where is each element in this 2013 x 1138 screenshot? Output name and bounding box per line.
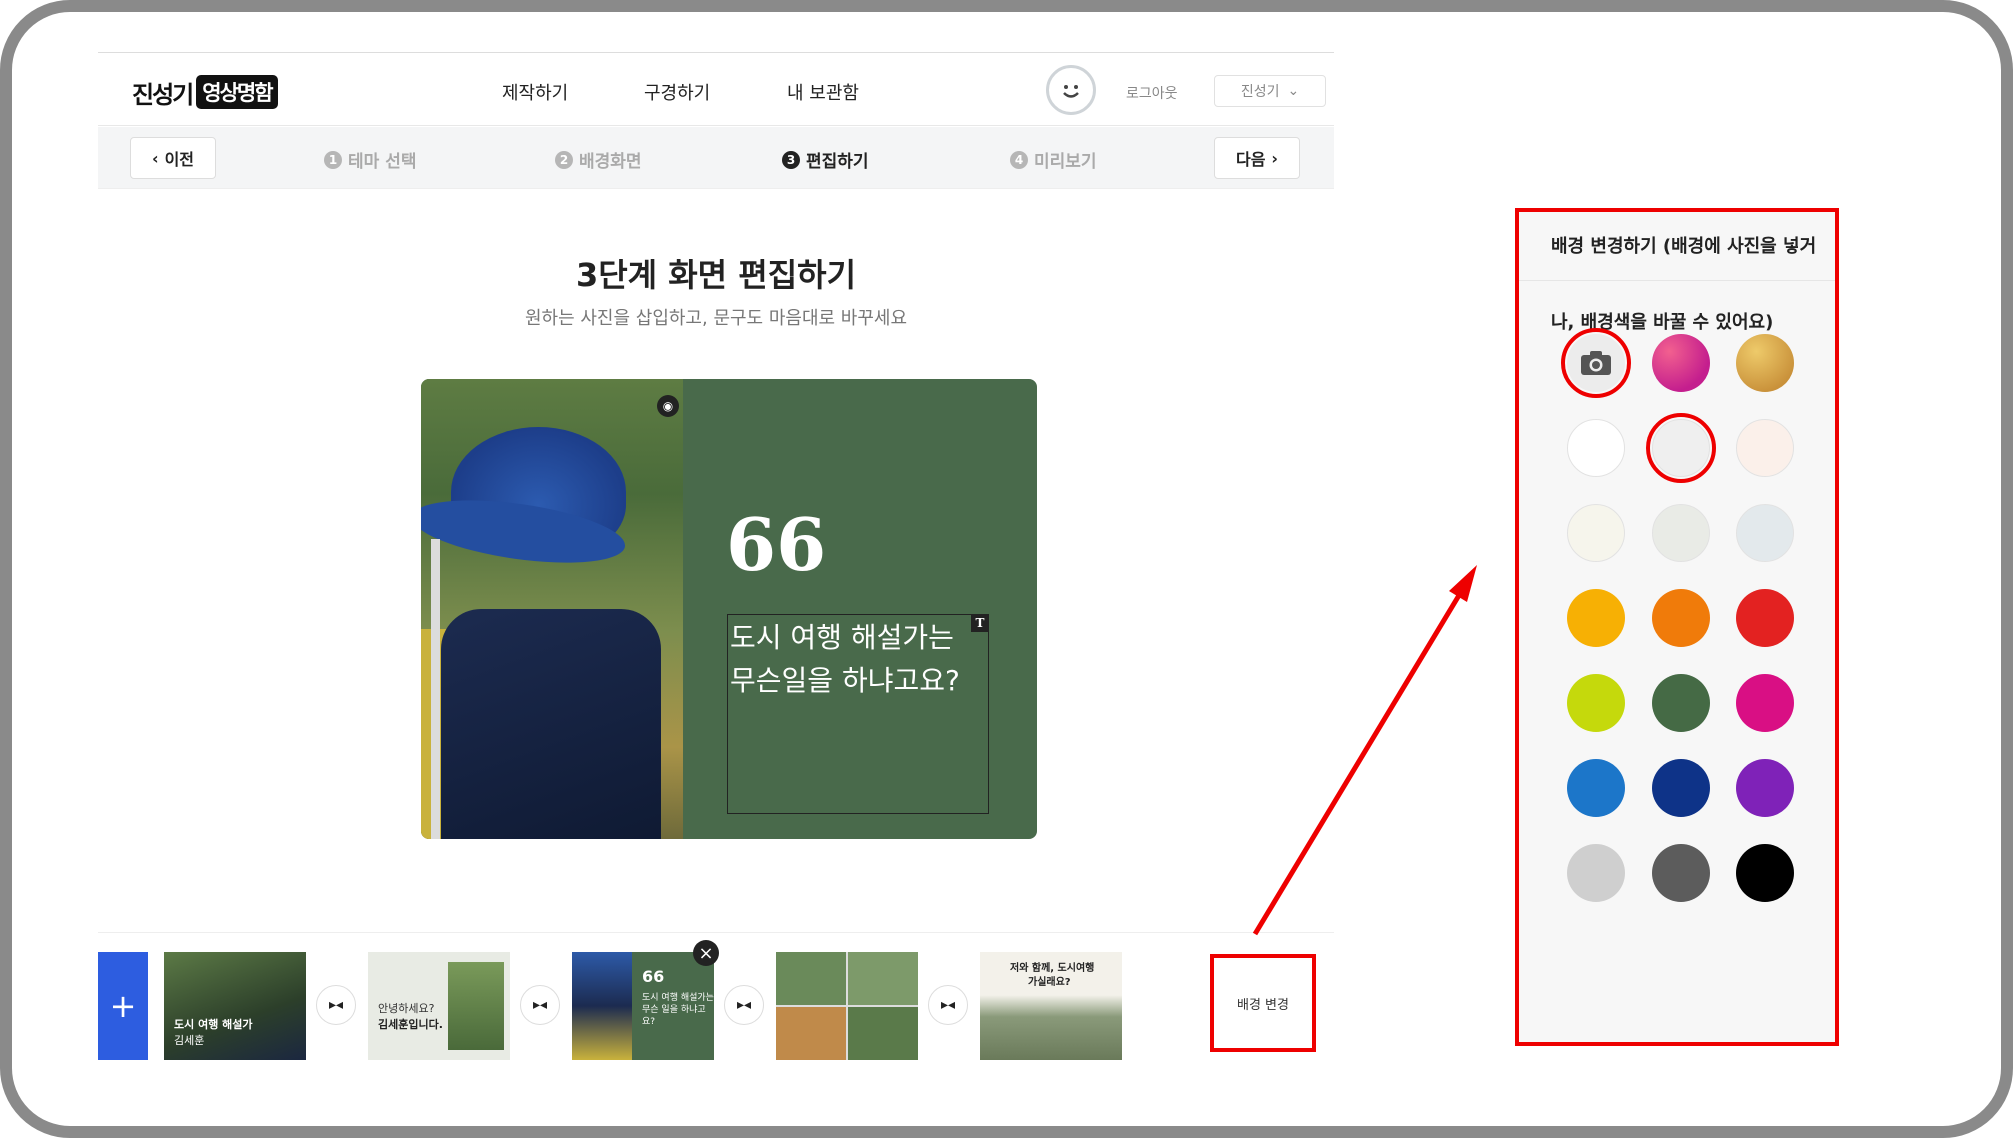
photo-pole-shape <box>431 539 440 839</box>
chevron-down-icon: ⌄ <box>1287 83 1300 99</box>
step-background[interactable]: 2 배경화면 <box>555 147 642 172</box>
thumb-text: 김세훈입니다. <box>378 1018 443 1031</box>
color-swatch[interactable] <box>1736 504 1794 562</box>
color-swatch[interactable] <box>1652 674 1710 732</box>
page-title: 3단계 화면 편집하기 <box>575 256 857 294</box>
color-swatch[interactable] <box>1567 504 1625 562</box>
thumb-photo <box>572 952 632 1060</box>
thumb-text: 가실래요? <box>1028 977 1071 988</box>
slide-thumb-2[interactable]: 안녕하세요? 김세훈입니다. <box>368 952 510 1060</box>
color-swatch[interactable] <box>1736 674 1794 732</box>
step-edit[interactable]: 3 편집하기 <box>782 147 869 172</box>
step-number: 4 <box>1010 150 1028 169</box>
color-swatch[interactable] <box>1652 759 1710 817</box>
thumb-text: 김세훈 <box>174 1034 205 1047</box>
chevron-right-icon: › <box>1271 148 1279 168</box>
panel-title: 배경 변경하기 (배경에 사진을 넣거 <box>1551 236 1817 257</box>
thumb-photo-cell <box>776 1007 846 1060</box>
slide-thumb-1[interactable]: 도시 여행 해설가 김세훈 <box>164 952 306 1060</box>
arrow-head <box>1449 565 1477 602</box>
photo-backpack-shape <box>441 609 661 839</box>
thumb-text: 무슨 일을 하냐고요? <box>642 1005 706 1027</box>
thumb-text: 도시 여행 해설가는 <box>642 993 714 1003</box>
color-swatch[interactable] <box>1652 419 1710 477</box>
step-theme[interactable]: 1 테마 선택 <box>324 147 416 172</box>
editor-app: 진성기 영상명함 제작하기 구경하기 내 보관함 로그아웃 진성기 ⌄ ‹ 이전… <box>98 52 1334 1072</box>
brand-logo[interactable]: 진성기 영상명함 <box>132 75 278 109</box>
thumb-quote: 66 <box>642 967 665 986</box>
thumb-photo-cell <box>776 952 846 1005</box>
color-swatch[interactable] <box>1567 419 1625 477</box>
color-swatch[interactable] <box>1736 419 1794 477</box>
camera-upload-icon[interactable] <box>1567 334 1625 392</box>
background-change-button[interactable]: 배경 변경 <box>1210 954 1316 1052</box>
color-swatch[interactable] <box>1652 504 1710 562</box>
step-label: 미리보기 <box>1034 152 1097 172</box>
color-swatch[interactable] <box>1736 844 1794 902</box>
panel-subtitle: 나, 배경색을 바꿀 수 있어요) <box>1551 312 1774 333</box>
step-label: 배경화면 <box>579 152 642 172</box>
transition-icon[interactable]: ▸◂ <box>316 985 356 1025</box>
thumb-text: 도시 여행 해설가 <box>174 1018 253 1031</box>
slide-thumb-5[interactable]: 저와 함께, 도시여행 가실래요? <box>980 952 1122 1060</box>
step-number: 3 <box>782 150 800 169</box>
nav-explore[interactable]: 구경하기 <box>644 79 710 105</box>
thumb-photo-cell <box>848 1007 918 1060</box>
thumb-text: 안녕하세요? <box>378 1002 435 1015</box>
text-edit-icon[interactable]: T <box>971 614 989 632</box>
next-label: 다음 <box>1235 150 1266 169</box>
step-number: 1 <box>324 150 342 169</box>
user-name: 진성기 <box>1240 84 1280 100</box>
slide-timeline: + 도시 여행 해설가 김세훈 ▸◂ 안녕하세요? 김세훈입니다. ▸◂ 66 … <box>98 932 1334 1072</box>
step-label: 편집하기 <box>806 152 869 172</box>
next-button[interactable]: 다음 › <box>1214 137 1300 179</box>
text-line-2: 무슨일을 하냐고요? <box>730 664 960 697</box>
transition-icon[interactable]: ▸◂ <box>724 985 764 1025</box>
add-slide-button[interactable]: + <box>98 952 148 1060</box>
quote-mark: 66 <box>726 502 827 587</box>
color-swatch[interactable] <box>1567 674 1625 732</box>
color-swatch[interactable] <box>1652 589 1710 647</box>
thumb-person-photo <box>448 962 504 1050</box>
thumb-text: 저와 함께, 도시여행 <box>1010 963 1095 974</box>
chevron-left-icon: ‹ <box>151 148 159 168</box>
logout-link[interactable]: 로그아웃 <box>1126 83 1178 103</box>
logo-text-1: 진성기 <box>132 80 194 109</box>
nav-my-storage[interactable]: 내 보관함 <box>787 79 859 105</box>
color-swatch[interactable] <box>1567 589 1625 647</box>
user-menu-dropdown[interactable]: 진성기 ⌄ <box>1214 75 1326 107</box>
step-preview[interactable]: 4 미리보기 <box>1010 147 1097 172</box>
color-swatch[interactable] <box>1652 844 1710 902</box>
transition-icon[interactable]: ▸◂ <box>520 985 560 1025</box>
step-progress-bar: ‹ 이전 1 테마 선택 2 배경화면 3 편집하기 4 미리보기 다음 › <box>98 127 1334 189</box>
slide-thumb-4[interactable] <box>776 952 918 1060</box>
prev-label: 이전 <box>164 150 195 169</box>
nav-create[interactable]: 제작하기 <box>502 79 568 105</box>
editable-text-box[interactable]: 도시 여행 해설가는 무슨일을 하냐고요? T <box>727 614 989 814</box>
background-change-panel: 배경 변경하기 (배경에 사진을 넣거 나, 배경색을 바꿀 수 있어요) <box>1515 208 1839 1046</box>
screenshot-frame: 진성기 영상명함 제작하기 구경하기 내 보관함 로그아웃 진성기 ⌄ ‹ 이전… <box>0 0 2013 1138</box>
hiker-photo[interactable]: ◉ <box>421 379 683 839</box>
color-swatch[interactable] <box>1736 759 1794 817</box>
color-swatch[interactable] <box>1736 589 1794 647</box>
slide-thumb-3-selected[interactable]: 66 도시 여행 해설가는 무슨 일을 하냐고요? <box>572 952 714 1060</box>
step-label: 테마 선택 <box>348 152 417 172</box>
page-subtitle: 원하는 사진을 삽입하고, 문구도 마음대로 바꾸세요 <box>524 308 908 329</box>
color-swatch[interactable] <box>1736 334 1794 392</box>
prev-button[interactable]: ‹ 이전 <box>130 137 216 179</box>
camera-icon[interactable]: ◉ <box>657 395 679 417</box>
color-swatch[interactable] <box>1652 334 1710 392</box>
thumb-photo-cell <box>848 952 918 1005</box>
logo-text-2: 영상명함 <box>196 75 278 109</box>
top-navigation-bar: 진성기 영상명함 제작하기 구경하기 내 보관함 로그아웃 진성기 ⌄ <box>98 52 1334 126</box>
edit-canvas-card[interactable]: ◉ 66 도시 여행 해설가는 무슨일을 하냐고요? T <box>421 379 1037 839</box>
step-number: 2 <box>555 150 573 169</box>
color-swatch[interactable] <box>1567 759 1625 817</box>
color-swatch[interactable] <box>1567 844 1625 902</box>
close-icon[interactable]: × <box>693 940 719 966</box>
panel-divider <box>1519 280 1835 281</box>
transition-icon[interactable]: ▸◂ <box>928 985 968 1025</box>
text-line-1: 도시 여행 해설가는 <box>730 621 954 654</box>
avatar-smile-icon[interactable] <box>1046 65 1096 115</box>
